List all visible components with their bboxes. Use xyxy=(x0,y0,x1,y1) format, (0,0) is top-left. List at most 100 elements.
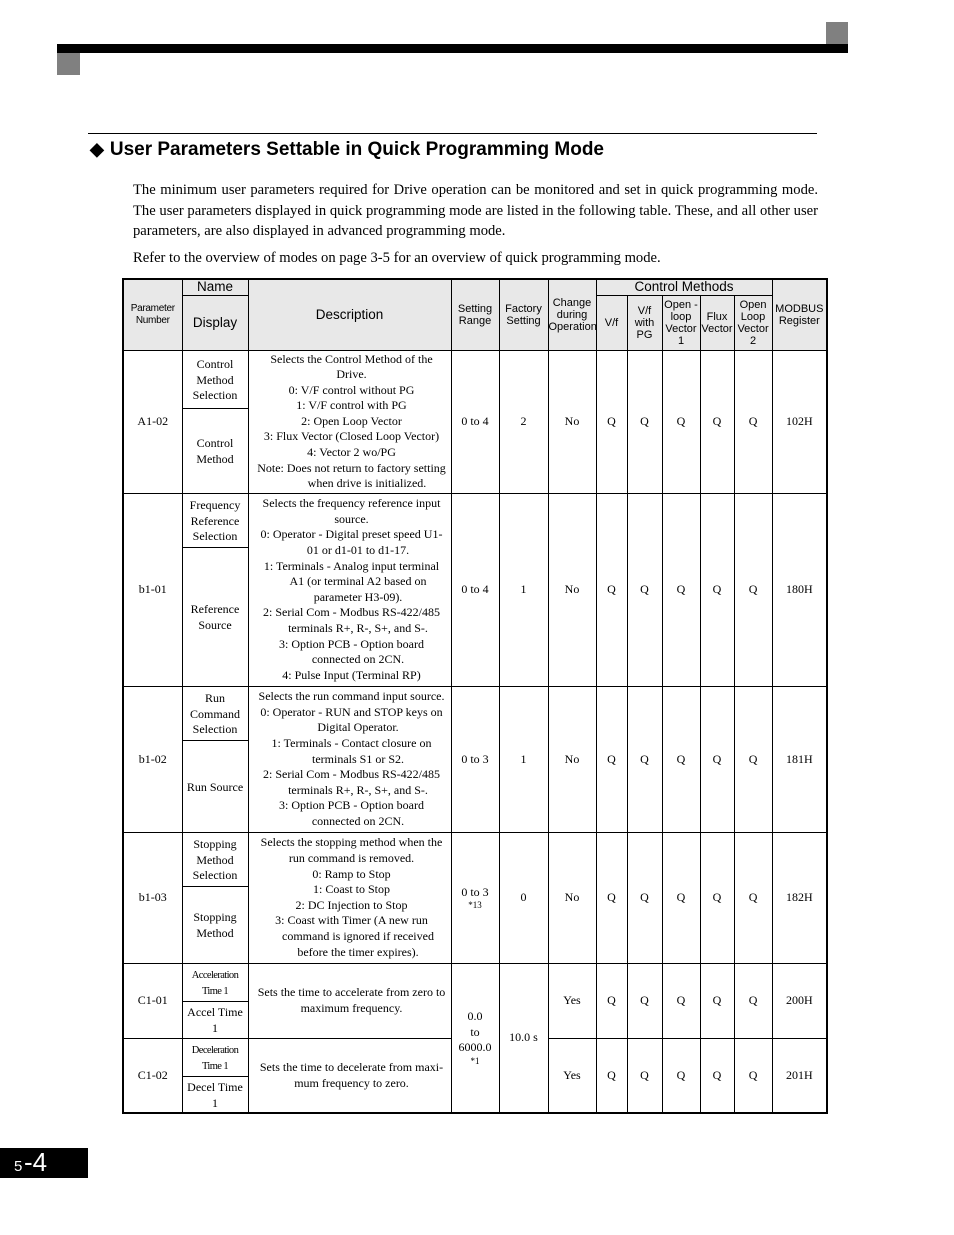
modbus-register: 200H xyxy=(771,962,828,1039)
header-tab-right xyxy=(826,22,848,44)
intro-paragraph: The minimum user parameters required for… xyxy=(133,182,818,239)
method-flux: Q xyxy=(699,831,735,964)
param-description: Selects the Control Method of the Drive.… xyxy=(247,349,452,494)
method-vf-pg: Q xyxy=(626,831,663,964)
param-display: Accel Time 1 xyxy=(181,1000,249,1039)
modbus-register: 180H xyxy=(771,492,828,687)
change-during-operation: No xyxy=(547,492,597,687)
param-description: Selects the frequency reference input so… xyxy=(247,492,452,687)
table-row: A1-02 Control Method Selection Selects t… xyxy=(122,349,828,494)
method-olv1: Q xyxy=(661,831,701,964)
chapter-number: 5 xyxy=(14,1158,23,1175)
setting-range: 0 to 3 xyxy=(450,685,500,833)
reference-paragraph: Refer to the overview of modes on page 3… xyxy=(133,250,661,266)
table-row: b1-03 Stopping Method Selection Selects … xyxy=(122,831,828,964)
param-name: Frequency Reference Selection xyxy=(181,492,249,548)
modbus-register: 182H xyxy=(771,831,828,964)
param-display: Stopping Method xyxy=(181,885,249,964)
method-vf-pg: Q xyxy=(626,1037,663,1114)
factory-setting: 2 xyxy=(498,349,549,494)
param-number: C1-02 xyxy=(122,1037,183,1114)
parameters-table: Parameter Number Name Description Settin… xyxy=(122,278,829,1115)
col-header-setting-range: Setting Range xyxy=(450,278,500,351)
method-olv1: Q xyxy=(661,962,701,1039)
method-vf: Q xyxy=(595,962,628,1039)
col-header-flux-vector: Flux Vector xyxy=(699,294,735,351)
param-display: Run Source xyxy=(181,739,249,833)
method-olv2: Q xyxy=(733,831,773,964)
change-during-operation: Yes xyxy=(547,962,597,1039)
col-header-change-during-operation: Change during Operation xyxy=(547,278,597,351)
modbus-register: 102H xyxy=(771,349,828,494)
factory-setting: 0 xyxy=(498,831,549,964)
param-display: Decel Time 1 xyxy=(181,1075,249,1114)
col-header-control-methods: Control Methods xyxy=(595,278,773,296)
param-number: b1-03 xyxy=(122,831,183,964)
setting-range: 0 to 3 *13 xyxy=(450,831,500,964)
param-number: b1-01 xyxy=(122,492,183,687)
method-flux: Q xyxy=(699,492,735,687)
setting-range: 0.0 to 6000.0 *1 xyxy=(450,962,500,1114)
col-header-description: Description xyxy=(247,278,452,351)
section-heading: ◆ User Parameters Settable in Quick Progr… xyxy=(90,139,604,161)
param-display: Control Method xyxy=(181,408,249,494)
method-olv2: Q xyxy=(733,492,773,687)
method-olv1: Q xyxy=(661,685,701,833)
method-olv1: Q xyxy=(661,1037,701,1114)
page-number: -4 xyxy=(24,1147,48,1177)
setting-range: 0 to 4 xyxy=(450,492,500,687)
method-vf-pg: Q xyxy=(626,492,663,687)
method-vf: Q xyxy=(595,492,628,687)
factory-setting: 10.0 s xyxy=(498,962,549,1114)
method-olv1: Q xyxy=(661,492,701,687)
col-header-open-loop-vector-2: Open Loop Vector 2 xyxy=(733,294,773,351)
method-olv2: Q xyxy=(733,685,773,833)
col-header-modbus-register: MODBUS Register xyxy=(771,278,828,351)
param-number: C1-01 xyxy=(122,962,183,1039)
param-description: Selects the run command input source. 0:… xyxy=(247,685,452,833)
header-row-1: Parameter Number Name Description Settin… xyxy=(122,278,828,351)
factory-setting: 1 xyxy=(498,685,549,833)
change-during-operation: No xyxy=(547,685,597,833)
param-name: Run Command Selection xyxy=(181,685,249,741)
method-olv2: Q xyxy=(733,962,773,1039)
change-during-operation: No xyxy=(547,831,597,964)
footnote-ref: *13 xyxy=(468,900,482,911)
param-name: Acceleration Time 1 xyxy=(181,962,249,1002)
method-vf-pg: Q xyxy=(626,685,663,833)
col-header-name: Name xyxy=(181,278,249,296)
param-name: Control Method Selection xyxy=(181,349,249,410)
method-olv1: Q xyxy=(661,349,701,494)
param-number: b1-02 xyxy=(122,685,183,833)
change-during-operation: No xyxy=(547,349,597,494)
param-description: Sets the time to accelerate from zero to… xyxy=(247,962,452,1039)
col-header-display: Display xyxy=(181,294,249,351)
col-header-open-loop-vector-1: Open -loop Vector 1 xyxy=(661,294,701,351)
param-description: Selects the stopping method when the run… xyxy=(247,831,452,964)
table-row: b1-02 Run Command Selection Selects the … xyxy=(122,685,828,833)
factory-setting: 1 xyxy=(498,492,549,687)
header-bar xyxy=(57,44,848,53)
header-tab-left xyxy=(57,53,80,75)
method-flux: Q xyxy=(699,685,735,833)
diamond-bullet-icon: ◆ xyxy=(90,139,104,159)
method-vf: Q xyxy=(595,685,628,833)
col-header-vf-with-pg: V/f with PG xyxy=(626,294,663,351)
modbus-register: 201H xyxy=(771,1037,828,1114)
section-rule xyxy=(88,133,817,134)
param-number: A1-02 xyxy=(122,349,183,494)
col-header-factory-setting: Factory Setting xyxy=(498,278,549,351)
table-row: b1-01 Frequency Reference Selection Sele… xyxy=(122,492,828,687)
method-olv2: Q xyxy=(733,349,773,494)
section-title: User Parameters Settable in Quick Progra… xyxy=(109,139,605,160)
setting-range: 0 to 4 xyxy=(450,349,500,494)
param-display: Reference Source xyxy=(181,546,249,687)
method-flux: Q xyxy=(699,962,735,1039)
modbus-register: 181H xyxy=(771,685,828,833)
table-row: C1-01 Acceleration Time 1 Sets the time … xyxy=(122,962,828,1114)
page-number-badge: 5 -4 xyxy=(0,1147,88,1178)
param-name: Deceleration Time 1 xyxy=(181,1037,249,1077)
method-flux: Q xyxy=(699,349,735,494)
col-header-parameter-number: Parameter Number xyxy=(122,278,183,351)
param-description: Sets the time to decelerate from maxi-mu… xyxy=(247,1037,452,1114)
